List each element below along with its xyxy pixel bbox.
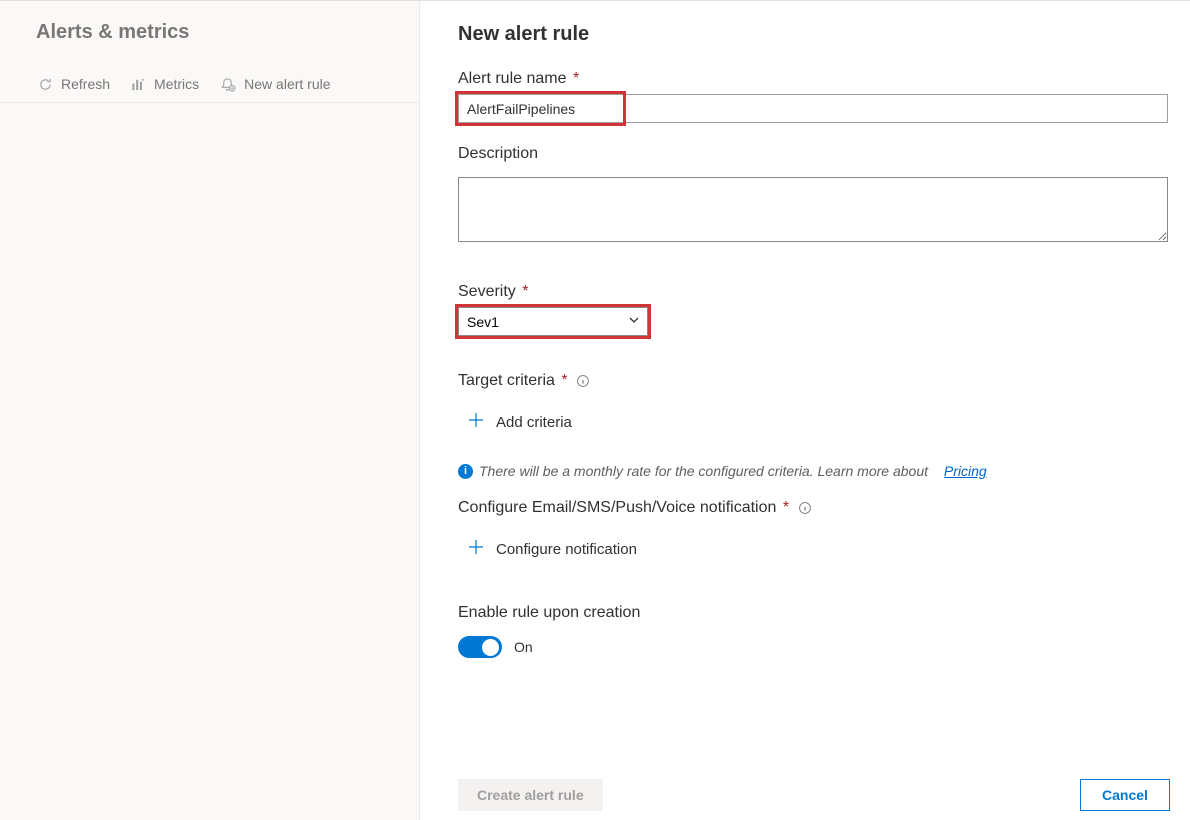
required-asterisk: * xyxy=(518,283,529,300)
toggle-state-label: On xyxy=(514,639,533,655)
footer-bar: Create alert rule Cancel xyxy=(458,770,1170,820)
sidebar-item-label: New alert rule xyxy=(244,76,330,92)
info-icon[interactable] xyxy=(798,501,812,515)
configure-notification-label: Configure notification xyxy=(496,541,637,558)
pricing-link[interactable]: Pricing xyxy=(944,463,987,479)
configure-notif-label: Configure Email/SMS/Push/Voice notificat… xyxy=(458,499,1170,517)
description-input[interactable] xyxy=(458,177,1168,242)
required-asterisk: * xyxy=(557,372,568,389)
required-asterisk: * xyxy=(778,499,789,516)
sidebar-item-label: Metrics xyxy=(154,76,199,92)
add-criteria-button[interactable]: Add criteria xyxy=(458,404,1170,441)
metrics-icon xyxy=(130,77,146,92)
enable-rule-toggle-row: On xyxy=(458,636,1170,658)
info-icon[interactable] xyxy=(576,374,590,388)
alert-name-row xyxy=(458,94,1170,123)
severity-label: Severity * xyxy=(458,283,1170,301)
refresh-icon xyxy=(38,77,53,92)
plus-icon xyxy=(468,412,484,433)
sidebar-item-metrics[interactable]: Metrics xyxy=(130,76,199,92)
pricing-info-banner: i There will be a monthly rate for the c… xyxy=(458,463,1170,479)
alert-name-input[interactable] xyxy=(458,94,1168,123)
configure-notification-button[interactable]: Configure notification xyxy=(458,531,1170,568)
sidebar-item-new-alert-rule[interactable]: New alert rule xyxy=(219,76,330,92)
enable-rule-toggle[interactable] xyxy=(458,636,502,658)
sidebar-item-refresh[interactable]: Refresh xyxy=(38,76,110,92)
severity-select[interactable]: Sev1 xyxy=(458,307,648,336)
sidebar-toolbar: Refresh Metrics xyxy=(0,66,419,103)
page-title: New alert rule xyxy=(458,23,1170,46)
create-alert-rule-button[interactable]: Create alert rule xyxy=(458,779,603,811)
toggle-knob xyxy=(482,639,499,656)
alert-add-icon xyxy=(219,77,236,92)
info-circle-icon: i xyxy=(458,464,473,479)
enable-rule-label: Enable rule upon creation xyxy=(458,604,1170,622)
description-label: Description xyxy=(458,145,1170,163)
sidebar-item-label: Refresh xyxy=(61,76,110,92)
required-asterisk: * xyxy=(569,70,580,87)
info-text: There will be a monthly rate for the con… xyxy=(479,463,928,479)
sidebar: Alerts & metrics Refresh Metrics xyxy=(0,1,420,820)
add-criteria-label: Add criteria xyxy=(496,414,572,431)
cancel-button[interactable]: Cancel xyxy=(1080,779,1170,811)
sidebar-title: Alerts & metrics xyxy=(0,21,419,66)
main-panel: New alert rule Alert rule name * Descrip… xyxy=(420,1,1190,820)
plus-icon xyxy=(468,539,484,560)
alert-name-label: Alert rule name * xyxy=(458,70,1170,88)
target-criteria-label: Target criteria * xyxy=(458,372,1170,390)
